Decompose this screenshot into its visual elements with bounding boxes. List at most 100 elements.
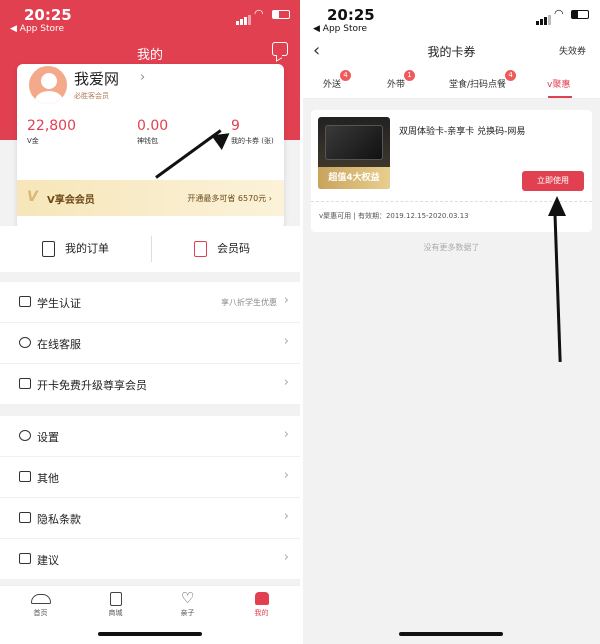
back-to-app-store[interactable]: ◀ App Store <box>10 24 64 34</box>
stat-vgold[interactable]: 22,800 V金 <box>27 118 76 146</box>
menu-label: 建议 <box>37 554 59 567</box>
page-title: 我的卡券 <box>427 45 476 59</box>
stat-value: 0.00 <box>137 118 169 134</box>
chevron-right-icon: › <box>283 293 289 308</box>
menu-label: 在线客服 <box>37 338 81 351</box>
chevron-right-icon: › <box>283 550 289 565</box>
page-title: 我的 <box>136 48 163 63</box>
chevron-right-icon: › <box>283 334 289 349</box>
coupon-validity: v聚惠可用 | 有效期：2019.12.15-2020.03.13 <box>319 212 469 220</box>
tab-mall[interactable]: 商城 <box>78 590 153 618</box>
vip-name: V享会会员 <box>47 195 95 206</box>
stat-value: 9 <box>231 118 240 134</box>
order-icon <box>42 241 55 257</box>
stat-label: V金 <box>27 137 39 145</box>
tab-family[interactable]: ♡ 亲子 <box>150 590 225 618</box>
chevron-right-icon: › <box>283 509 289 524</box>
tab-vjuhui[interactable]: v聚惠 <box>547 77 570 90</box>
menu-group-1: 学生认证 享八折学生优惠 › 在线客服 › 开卡免费升级尊享会员 › <box>0 282 300 405</box>
tab-home[interactable]: 首页 <box>3 590 78 618</box>
menu-label: 学生认证 <box>37 297 81 310</box>
home-indicator <box>399 632 503 636</box>
signal-icon <box>536 10 551 29</box>
my-orders-button[interactable]: 我的订单 <box>42 240 109 257</box>
stat-label: 我的卡券 (张) <box>231 137 274 145</box>
screenshot-root: 20:25 ◀ App Store ◠ 我的 我爱网 › 必胜客会员 22,80… <box>0 0 600 644</box>
chevron-right-icon: › <box>283 375 289 390</box>
expired-coupons-button[interactable]: 失效券 <box>559 44 586 57</box>
menu-item-service[interactable]: 在线客服 › <box>0 323 300 364</box>
other-icon <box>19 471 31 482</box>
member-code-label: 会员码 <box>217 242 250 255</box>
user-name[interactable]: 我爱网 <box>74 68 119 89</box>
tab-label: 首页 <box>33 609 48 617</box>
chevron-right-icon[interactable]: › <box>140 70 145 85</box>
bottom-tab-bar: 首页 商城 ♡ 亲子 我的 <box>0 585 300 644</box>
tab-label: 亲子 <box>180 609 195 617</box>
member-code-button[interactable]: 会员码 <box>194 240 250 257</box>
tab-label: 商城 <box>108 609 123 617</box>
menu-hint: 享八折学生优惠 <box>221 298 277 307</box>
status-bar: 20:25 ◀ App Store ◠ <box>0 0 300 38</box>
battery-icon <box>571 10 589 19</box>
avatar[interactable] <box>27 64 69 106</box>
shopping-bag-icon <box>106 590 126 606</box>
vip-logo-icon: V <box>27 189 38 205</box>
status-time: 20:25 <box>327 6 375 24</box>
tab-mine[interactable]: 我的 <box>224 590 299 618</box>
menu-group-2: 设置 › 其他 › 隐私条款 › 建议 › <box>0 416 300 580</box>
customer-service-icon <box>19 337 31 348</box>
active-tab-indicator <box>548 96 572 98</box>
suggest-icon <box>19 553 31 564</box>
menu-item-student[interactable]: 学生认证 享八折学生优惠 › <box>0 282 300 323</box>
home-icon <box>30 590 51 606</box>
signal-icon <box>236 10 251 29</box>
menu-item-upgrade[interactable]: 开卡免费升级尊享会员 › <box>0 364 300 405</box>
stat-value: 22,800 <box>27 118 76 134</box>
chevron-right-icon: › <box>283 427 289 442</box>
status-bar: 20:25 ◀ App Store ◠ <box>303 0 600 38</box>
menu-item-other[interactable]: 其他 › <box>0 457 300 498</box>
divider <box>151 236 152 262</box>
status-time: 20:25 <box>24 6 72 24</box>
my-orders-label: 我的订单 <box>65 242 109 255</box>
tab-badge: 4 <box>505 70 517 81</box>
back-to-app-store[interactable]: ◀ App Store <box>313 24 367 34</box>
profile-hat-icon <box>252 590 272 606</box>
menu-label: 隐私条款 <box>37 513 81 526</box>
chevron-right-icon: › <box>283 468 289 483</box>
menu-item-suggest[interactable]: 建议 › <box>0 539 300 580</box>
tab-dine-in[interactable]: 堂食/扫码点餐 4 <box>449 70 517 90</box>
tab-takeaway[interactable]: 外带 1 <box>387 70 416 90</box>
use-now-button[interactable]: 立即使用 <box>522 171 584 191</box>
tab-label: 外送 <box>323 80 342 90</box>
heart-icon: ♡ <box>180 589 195 607</box>
wifi-icon: ◠ <box>254 7 264 20</box>
stat-wallet[interactable]: 0.00 神钱包 <box>137 118 168 146</box>
stat-coupons[interactable]: 9 我的卡券 (张) <box>231 118 274 146</box>
order-row: 我的订单 会员码 <box>0 226 300 272</box>
tab-label: 我的 <box>254 609 269 617</box>
message-icon[interactable] <box>272 42 288 56</box>
camera-card-icon <box>19 378 31 389</box>
privacy-icon <box>19 512 31 523</box>
coupon-thumbnail: 超值4大权益 <box>318 117 390 189</box>
tab-badge: 4 <box>340 70 352 81</box>
thumb-text: 超值4大权益 <box>318 167 390 189</box>
tab-label: 堂食/扫码点餐 <box>449 80 507 90</box>
stat-label: 神钱包 <box>137 137 158 145</box>
vip-save-text: 开通最多可省 6570元 › <box>187 194 272 203</box>
vip-bar[interactable]: V V享会会员 开通最多可省 6570元 › <box>17 180 284 216</box>
member-code-icon <box>194 241 207 257</box>
menu-item-privacy[interactable]: 隐私条款 › <box>0 498 300 539</box>
menu-label: 其他 <box>37 472 59 485</box>
nav-bar: ‹ 我的卡券 失效券 <box>303 34 600 66</box>
member-badge: 必胜客会员 <box>74 92 109 100</box>
graduation-cap-icon <box>19 296 31 307</box>
tab-label: v聚惠 <box>547 80 571 90</box>
tab-delivery[interactable]: 外送 4 <box>323 70 352 90</box>
settings-icon <box>19 430 31 441</box>
home-indicator <box>98 632 202 636</box>
menu-item-settings[interactable]: 设置 › <box>0 416 300 457</box>
menu-label: 设置 <box>37 431 59 444</box>
